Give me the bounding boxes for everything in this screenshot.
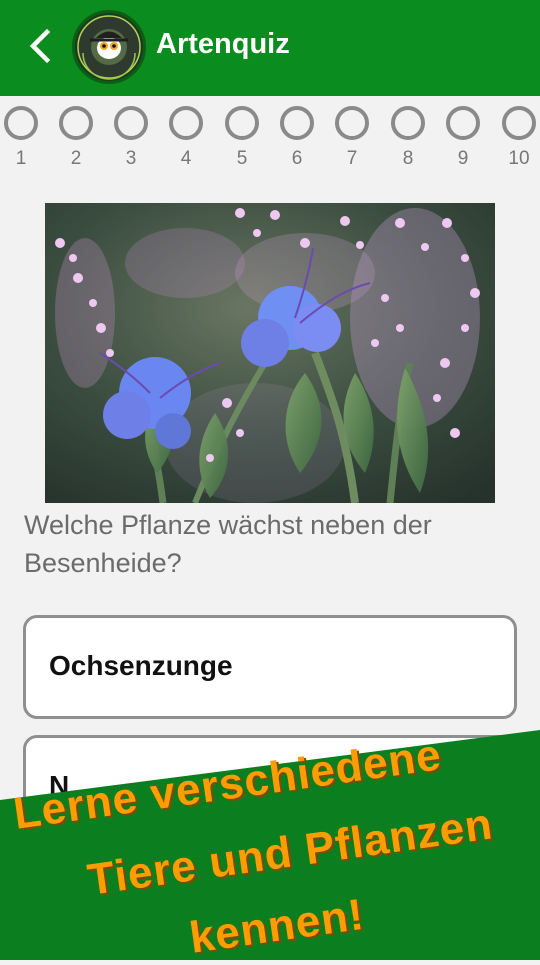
step-2[interactable]: 2: [55, 106, 97, 170]
step-circle-icon: [4, 106, 38, 140]
step-3[interactable]: 3: [110, 106, 152, 170]
step-circle-icon: [114, 106, 148, 140]
app-title: Artenquiz: [156, 28, 290, 60]
step-circle-icon: [169, 106, 203, 140]
step-circle-icon: [335, 106, 369, 140]
step-10[interactable]: 10: [498, 106, 540, 170]
step-circle-icon: [446, 106, 480, 140]
step-7[interactable]: 7: [331, 106, 373, 170]
regio-ranger-logo: [72, 10, 146, 84]
answer-label: Ochsenzunge: [49, 650, 233, 681]
back-arrow-icon: [29, 28, 51, 64]
step-9[interactable]: 9: [442, 106, 484, 170]
top-bar: Artenquiz: [0, 0, 540, 96]
plant-photo: [45, 203, 495, 503]
step-circle-icon: [391, 106, 425, 140]
answer-option-2[interactable]: N: [23, 735, 517, 839]
step-8[interactable]: 8: [387, 106, 429, 170]
step-circle-icon: [59, 106, 93, 140]
step-circle-icon: [225, 106, 259, 140]
answer-label: N: [49, 770, 70, 801]
quiz-photo: [45, 203, 495, 503]
question-progress: 1 2 3 4 5 6 7 8 9 10: [0, 106, 540, 180]
step-6[interactable]: 6: [276, 106, 318, 170]
step-1[interactable]: 1: [0, 106, 42, 170]
step-4[interactable]: 4: [165, 106, 207, 170]
promo-line-3: kennen!: [186, 889, 368, 963]
question-text: Welche Pflanze wächst neben der Besenhei…: [24, 510, 432, 578]
step-circle-icon: [502, 106, 536, 140]
step-circle-icon: [280, 106, 314, 140]
step-5[interactable]: 5: [221, 106, 263, 170]
back-button[interactable]: [22, 26, 62, 66]
answer-option-1[interactable]: Ochsenzunge: [23, 615, 517, 719]
